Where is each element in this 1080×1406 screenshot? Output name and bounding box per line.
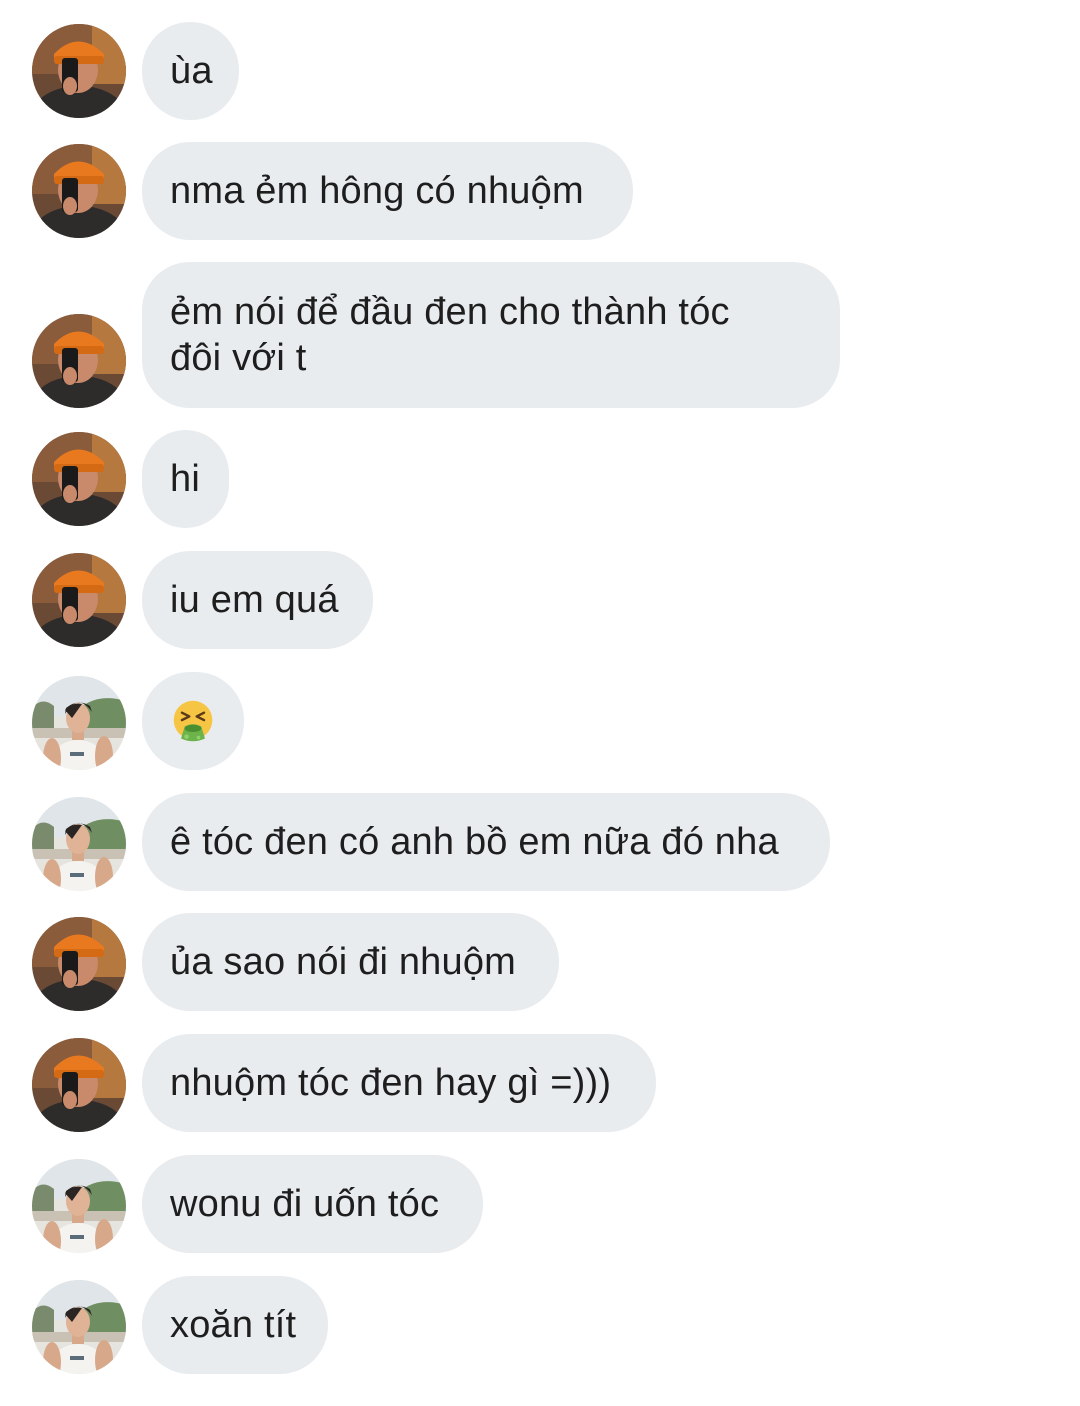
message-text: iu em quá: [170, 579, 339, 621]
message-bubble[interactable]: ùa: [142, 22, 239, 120]
message-row: ùa: [0, 22, 1080, 120]
message-bubble[interactable]: hi: [142, 430, 229, 528]
message-thread: ùa nma ẻm hông có nhuộm ẻm nói để đầu đe…: [0, 0, 1080, 1406]
message-row: hi: [0, 430, 1080, 528]
message-text: ẻm nói để đầu đen cho thành tóc đôi với …: [170, 291, 730, 379]
message-row: ê tóc đen có anh bồ em nữa đó nha: [0, 793, 1080, 891]
message-text: nhuộm tóc đen hay gì =))): [170, 1062, 612, 1104]
avatar-image: [32, 553, 126, 647]
message-row: ủa sao nói đi nhuộm: [0, 913, 1080, 1011]
avatar-image: [32, 432, 126, 526]
avatar-image: [32, 24, 126, 118]
avatar[interactable]: [32, 676, 126, 770]
message-bubble[interactable]: nma ẻm hông có nhuộm: [142, 142, 633, 240]
avatar[interactable]: [32, 1280, 126, 1374]
message-text: ủa sao nói đi nhuộm: [170, 941, 517, 983]
avatar[interactable]: [32, 797, 126, 891]
message-row: nhuộm tóc đen hay gì =))): [0, 1034, 1080, 1132]
avatar-image: [32, 1280, 126, 1374]
message-row: ẻm nói để đầu đen cho thành tóc đôi với …: [0, 262, 1080, 408]
message-text: ê tóc đen có anh bồ em nữa đó nha: [170, 821, 779, 863]
message-text: wonu đi uốn tóc: [170, 1183, 440, 1225]
message-row: iu em quá: [0, 551, 1080, 649]
avatar[interactable]: [32, 1159, 126, 1253]
avatar[interactable]: [32, 314, 126, 408]
message-bubble[interactable]: ê tóc đen có anh bồ em nữa đó nha: [142, 793, 830, 891]
message-row: xoăn tít: [0, 1276, 1080, 1374]
avatar-image: [32, 1159, 126, 1253]
message-text: ùa: [170, 50, 213, 92]
message-row: wonu đi uốn tóc: [0, 1155, 1080, 1253]
message-bubble[interactable]: [142, 672, 244, 770]
message-bubble[interactable]: ẻm nói để đầu đen cho thành tóc đôi với …: [142, 262, 840, 408]
avatar-image: [32, 144, 126, 238]
message-bubble[interactable]: xoăn tít: [142, 1276, 328, 1374]
avatar-image: [32, 797, 126, 891]
avatar[interactable]: [32, 24, 126, 118]
message-text: xoăn tít: [170, 1304, 297, 1346]
avatar-image: [32, 917, 126, 1011]
message-text: hi: [170, 458, 200, 500]
avatar[interactable]: [32, 1038, 126, 1132]
avatar-image: [32, 676, 126, 770]
message-row: nma ẻm hông có nhuộm: [0, 142, 1080, 240]
message-bubble[interactable]: iu em quá: [142, 551, 373, 649]
message-bubble[interactable]: wonu đi uốn tóc: [142, 1155, 483, 1253]
avatar[interactable]: [32, 144, 126, 238]
avatar[interactable]: [32, 553, 126, 647]
vomiting-face-emoji-icon: [173, 700, 213, 742]
avatar[interactable]: [32, 432, 126, 526]
avatar[interactable]: [32, 917, 126, 1011]
message-bubble[interactable]: nhuộm tóc đen hay gì =))): [142, 1034, 656, 1132]
avatar-image: [32, 1038, 126, 1132]
message-text: nma ẻm hông có nhuộm: [170, 170, 584, 212]
message-bubble[interactable]: ủa sao nói đi nhuộm: [142, 913, 559, 1011]
avatar-image: [32, 314, 126, 408]
message-row: [0, 672, 1080, 770]
